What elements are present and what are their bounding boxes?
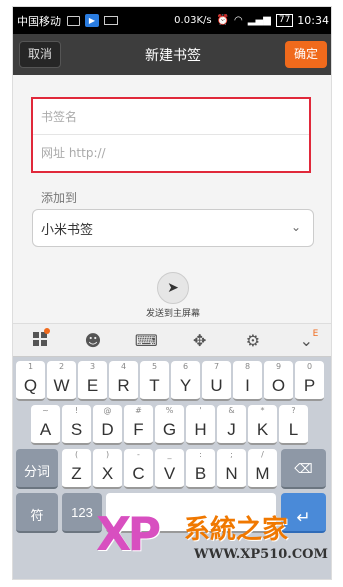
keyboard-switch-button[interactable]: ⌨ [132, 331, 160, 350]
grid-icon [32, 331, 47, 346]
key-l[interactable]: ? L [279, 405, 308, 445]
carrier-label: 中国移动 [17, 14, 61, 28]
key-r[interactable]: 4R [109, 361, 138, 401]
bookmark-name-input[interactable]: 书签名 [33, 99, 309, 135]
key-row-4: 符 123 ↵ [13, 493, 331, 537]
enter-icon: ↵ [296, 508, 311, 527]
phone-screen: 中国移动 ▶ 0.03K/s ⏰ ◠ ▂▄▆ 77 10:34 取消 新建书签 … [12, 6, 332, 580]
key-k[interactable]: * K [248, 405, 277, 445]
clock: 10:34 [297, 14, 329, 27]
backspace-icon: ⌫ [294, 461, 313, 476]
gear-icon: ⚙ [245, 330, 261, 350]
key-z[interactable]: (Z [62, 449, 91, 489]
key-row-2: ~ A ! S @ D # F % G ' H & J * K ? L [13, 405, 331, 449]
wifi-icon: ◠ [234, 14, 243, 26]
title-bar: 取消 新建书签 确定 [13, 34, 331, 75]
page-title: 新建书签 [145, 47, 201, 64]
backspace-key[interactable]: ⌫ [281, 449, 326, 489]
enter-key[interactable]: ↵ [281, 493, 326, 533]
key-p[interactable]: 0P [295, 361, 324, 401]
battery-icon: 77 [275, 14, 294, 27]
key-d[interactable]: @ D [93, 405, 122, 445]
key-y[interactable]: 6Y [171, 361, 200, 401]
confirm-button[interactable]: 确定 [285, 41, 327, 68]
send-to-home-block: ➤ 发送到主屏幕 [13, 272, 331, 319]
key-u[interactable]: 7U [202, 361, 231, 401]
key-q[interactable]: 1Q [16, 361, 45, 401]
key-g[interactable]: % G [155, 405, 184, 445]
key-row-1: 1Q 2W 3E 4R 5T 6Y 7U 8I 9O 0P [13, 361, 331, 405]
key-b[interactable]: :B [186, 449, 215, 489]
key-w[interactable]: 2W [47, 361, 76, 401]
key-h[interactable]: ' H [186, 405, 215, 445]
folder-select-value: 小米书签 [41, 222, 94, 238]
key-i[interactable]: 8I [233, 361, 262, 401]
key-row-3: 分词 (Z ) X -C _ V :B ; N / M ⌫ [13, 449, 331, 493]
key-m[interactable]: / M [248, 449, 277, 489]
cursor-move-button[interactable]: ✥ [186, 331, 214, 350]
key-o[interactable]: 9O [264, 361, 293, 401]
bookmark-form: 书签名 网址 http:// 添加到 小米书签 ⌄ ➤ 发送到主屏幕 [13, 75, 331, 323]
folder-select[interactable]: 小米书签 ⌄ [32, 209, 314, 247]
keyboard: 1Q 2W 3E 4R 5T 6Y 7U 8I 9O 0P ~ A ! S @ D #… [13, 357, 331, 579]
chevron-down-icon: ⌄ [299, 330, 313, 350]
number-key[interactable]: 123 [62, 493, 102, 533]
cursor-icon: ✥ [192, 330, 207, 350]
chevron-down-icon: ⌄ [290, 220, 301, 234]
add-to-label: 添加到 [41, 191, 78, 205]
key-e[interactable]: 3E [78, 361, 107, 401]
image-notification-icon [67, 15, 80, 26]
send-to-home-button[interactable]: ➤ [157, 272, 189, 304]
key-v[interactable]: _ V [155, 449, 184, 489]
key-n[interactable]: ; N [217, 449, 246, 489]
collapse-keyboard-button[interactable]: ⌄ E [292, 328, 320, 350]
symbol-key[interactable]: 符 [16, 493, 58, 533]
alarm-icon: ⏰ [216, 14, 230, 26]
signal-icon: ▂▄▆ [247, 14, 271, 26]
key-t[interactable]: 5T [140, 361, 169, 401]
bookmark-fields: 书签名 网址 http:// [31, 97, 311, 173]
keyboard-notification-icon [104, 16, 118, 25]
status-right: 0.03K/s ⏰ ◠ ▂▄▆ 77 10:34 [174, 14, 329, 27]
menu-grid-button[interactable] [26, 327, 54, 350]
key-j[interactable]: & J [217, 405, 246, 445]
bookmark-url-input[interactable]: 网址 http:// [33, 135, 309, 171]
key-a[interactable]: ~ A [31, 405, 60, 445]
segment-key[interactable]: 分词 [16, 449, 58, 489]
notification-dot [43, 327, 50, 334]
settings-button[interactable]: ⚙ [239, 331, 267, 350]
cancel-button[interactable]: 取消 [19, 41, 61, 68]
input-method-logo-icon: E [312, 328, 319, 339]
key-s[interactable]: ! S [62, 405, 91, 445]
key-c[interactable]: -C [124, 449, 153, 489]
status-bar: 中国移动 ▶ 0.03K/s ⏰ ◠ ▂▄▆ 77 10:34 [13, 7, 331, 34]
space-key[interactable] [106, 493, 276, 533]
keyboard-toolbar: ☻ ⌨ ✥ ⚙ ⌄ E [13, 323, 331, 357]
network-speed: 0.03K/s [174, 14, 212, 26]
keyboard-icon: ⌨ [134, 330, 158, 350]
send-to-home-label: 发送到主屏幕 [145, 309, 200, 319]
smiley-icon: ☻ [84, 330, 102, 350]
emoji-button[interactable]: ☻ [79, 331, 107, 350]
key-x[interactable]: ) X [93, 449, 122, 489]
play-notification-icon: ▶ [85, 14, 99, 27]
key-f[interactable]: # F [124, 405, 153, 445]
